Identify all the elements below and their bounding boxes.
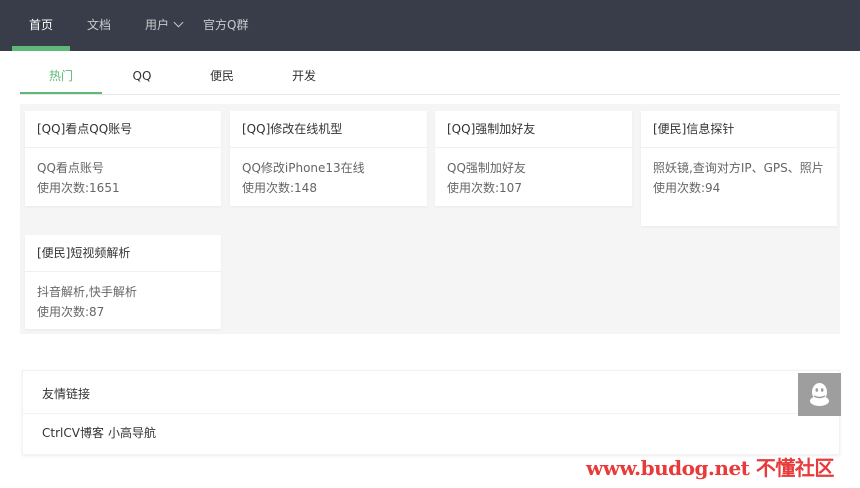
- tool-card-title: [QQ]强制加好友: [435, 111, 632, 148]
- tool-card-title: [QQ]看点QQ账号: [25, 111, 221, 148]
- tab-convenience[interactable]: 便民: [182, 62, 262, 94]
- tool-card-title: [QQ]修改在线机型: [230, 111, 427, 148]
- tool-card-title: [便民]短视频解析: [25, 235, 221, 272]
- tab-hot[interactable]: 热门: [20, 62, 102, 94]
- tool-card-title: [便民]信息探针: [641, 111, 837, 148]
- qq-contact-button[interactable]: [798, 373, 841, 416]
- nav-active-indicator: [12, 46, 70, 51]
- tool-card-count: 使用次数:94: [653, 181, 721, 195]
- qq-penguin-icon: [810, 383, 829, 406]
- category-tabs: 热门 QQ 便民 开发: [20, 62, 840, 95]
- tool-card-desc: QQ看点账号: [37, 161, 104, 175]
- tool-card-count: 使用次数:1651: [37, 181, 120, 195]
- friend-links-list: CtrlCV博客 小高导航: [23, 414, 839, 452]
- tab-qq[interactable]: QQ: [102, 62, 182, 94]
- nav-item-user-label: 用户: [145, 18, 170, 32]
- nav-item-docs[interactable]: 文档: [87, 0, 111, 51]
- tool-grid: [QQ]看点QQ账号 QQ看点账号 使用次数:1651 [QQ]修改在线机型 Q…: [20, 104, 840, 334]
- tab-active-indicator: [20, 92, 102, 94]
- nav-item-qq-group[interactable]: 官方Q群: [203, 0, 248, 51]
- tool-card-count: 使用次数:148: [242, 181, 317, 195]
- nav-item-user[interactable]: 用户: [145, 0, 184, 51]
- tool-card-count: 使用次数:87: [37, 305, 105, 319]
- friend-link[interactable]: CtrlCV博客: [42, 426, 104, 440]
- tool-card-desc: QQ强制加好友: [447, 161, 526, 175]
- tool-card[interactable]: [便民]信息探针 照妖镜,查询对方IP、GPS、照片 使用次数:94: [641, 111, 837, 226]
- tool-card-count: 使用次数:107: [447, 181, 522, 195]
- chevron-down-icon: [173, 17, 184, 28]
- nav-item-home[interactable]: 首页: [29, 0, 53, 51]
- tool-card-desc: 抖音解析,快手解析: [37, 285, 137, 299]
- friend-links-panel: 友情链接 CtrlCV博客 小高导航: [22, 370, 840, 455]
- tool-card-desc: QQ修改iPhone13在线: [242, 161, 365, 175]
- top-nav: 首页 文档 用户 官方Q群: [0, 0, 860, 51]
- site-watermark: www.budog.net 不懂社区: [586, 456, 834, 480]
- tool-card[interactable]: [便民]短视频解析 抖音解析,快手解析 使用次数:87: [25, 235, 221, 329]
- tool-card[interactable]: [QQ]强制加好友 QQ强制加好友 使用次数:107: [435, 111, 632, 206]
- tool-card[interactable]: [QQ]看点QQ账号 QQ看点账号 使用次数:1651: [25, 111, 221, 206]
- tool-card[interactable]: [QQ]修改在线机型 QQ修改iPhone13在线 使用次数:148: [230, 111, 427, 206]
- friend-link[interactable]: 小高导航: [108, 426, 156, 440]
- friend-links-title: 友情链接: [23, 371, 839, 414]
- tab-dev[interactable]: 开发: [262, 62, 346, 94]
- tool-card-desc: 照妖镜,查询对方IP、GPS、照片: [653, 161, 824, 175]
